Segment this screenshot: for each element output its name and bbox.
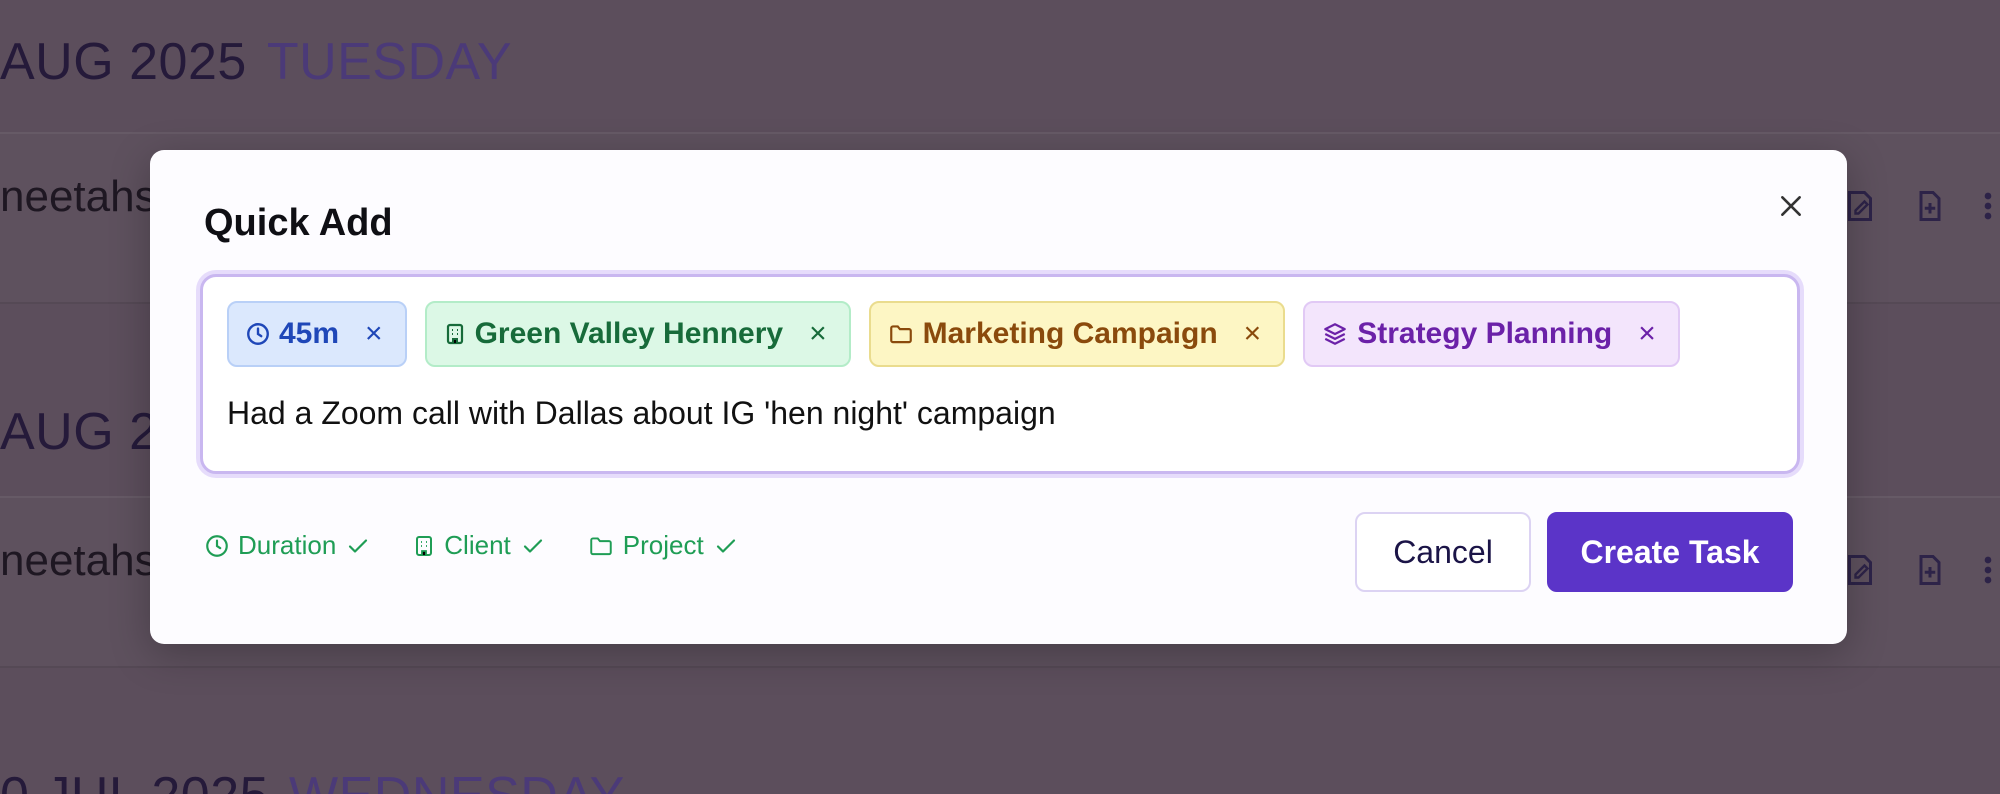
clock-icon [206, 534, 228, 557]
entry-text: neetahs [0, 172, 157, 221]
day-header: AUG 2025 TUESDAY [0, 0, 2000, 134]
detected-duration: Duration [204, 530, 378, 561]
more-vertical-icon[interactable] [1980, 550, 1996, 590]
building-icon [416, 535, 433, 556]
quick-add-dialog: Quick Add 45m × Green Valley Hennery × M… [150, 150, 1847, 644]
chip-label: Green Valley Hennery [474, 317, 784, 350]
chip-label: Marketing Campaign [922, 317, 1218, 350]
detected-label: Project [622, 530, 704, 560]
more-vertical-icon[interactable] [1980, 186, 1996, 226]
file-add-icon[interactable] [1912, 550, 1948, 590]
detected-fields: Duration Client Project [204, 530, 746, 561]
detected-label: Duration [238, 530, 337, 560]
folder-icon [590, 536, 612, 555]
quick-add-input[interactable]: 45m × Green Valley Hennery × Marketing C… [200, 274, 1800, 474]
edit-note-icon[interactable] [1842, 186, 1878, 226]
day-date: AUG 2 [0, 403, 159, 461]
chip-list: 45m × Green Valley Hennery × Marketing C… [227, 301, 1680, 367]
check-icon [523, 538, 542, 553]
check-icon [349, 538, 368, 553]
clock-icon [245, 321, 271, 347]
check-icon [716, 538, 735, 553]
detected-label: Client [444, 530, 511, 560]
task-description-text[interactable]: Had a Zoom call with Dallas about IG 'he… [227, 395, 1056, 432]
building-icon [443, 321, 467, 347]
day-weekday: WEDNESDAY [289, 767, 625, 794]
client-chip: Green Valley Hennery × [424, 301, 851, 367]
activity-chip: Strategy Planning × [1303, 301, 1680, 367]
cancel-button[interactable]: Cancel [1355, 512, 1531, 592]
remove-chip-button[interactable]: × [1244, 317, 1262, 351]
detected-project: Project [587, 530, 746, 561]
chip-label: 45m [279, 317, 340, 350]
detected-client: Client [412, 530, 552, 561]
row-actions [1830, 186, 2000, 236]
dialog-title: Quick Add [204, 202, 393, 244]
day-date: 0 JUL 2025WEDNESDAY [0, 766, 625, 794]
day-weekday: TUESDAY [266, 33, 513, 91]
edit-note-icon[interactable] [1842, 550, 1878, 590]
chip-label: Strategy Planning [1357, 317, 1613, 350]
folder-icon [887, 321, 915, 347]
project-chip: Marketing Campaign × [868, 301, 1286, 367]
remove-chip-button[interactable]: × [809, 317, 827, 351]
entry-text: neetahs [0, 536, 157, 585]
day-header: 0 JUL 2025WEDNESDAY [0, 670, 2000, 794]
create-task-button[interactable]: Create Task [1547, 512, 1793, 592]
close-button[interactable] [1773, 188, 1809, 224]
day-date: AUG 2025 TUESDAY [0, 33, 513, 91]
duration-chip: 45m × [227, 301, 407, 367]
row-actions [1830, 550, 2000, 600]
close-icon [1781, 196, 1801, 216]
remove-chip-button[interactable]: × [1638, 317, 1656, 351]
layers-icon [1321, 321, 1349, 347]
file-add-icon[interactable] [1912, 186, 1948, 226]
remove-chip-button[interactable]: × [365, 317, 383, 351]
